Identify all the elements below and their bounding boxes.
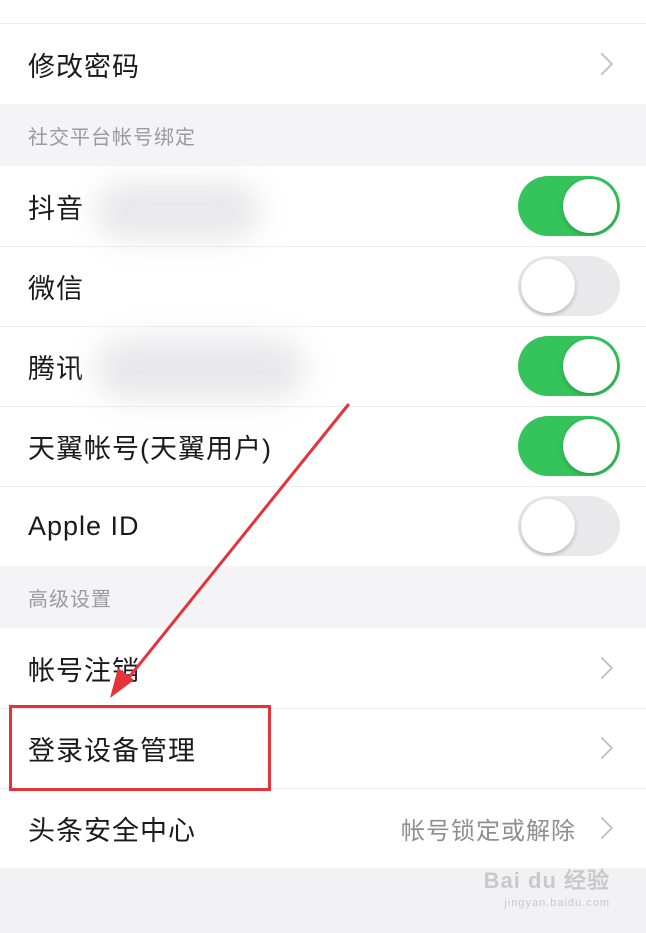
watermark-main-text: Bai du 经验 xyxy=(483,868,610,893)
highlight-box xyxy=(9,705,271,791)
settings-page: 修改密码 社交平台帐号绑定 抖音 微信 腾讯 天翼帐号(天翼用户) Apple … xyxy=(0,0,646,933)
baidu-jingyan-watermark: Bai du 经验 jingyan.baidu.com xyxy=(484,863,610,909)
annotation-arrow-icon xyxy=(110,403,350,698)
watermark-sub-text: jingyan.baidu.com xyxy=(504,897,610,909)
